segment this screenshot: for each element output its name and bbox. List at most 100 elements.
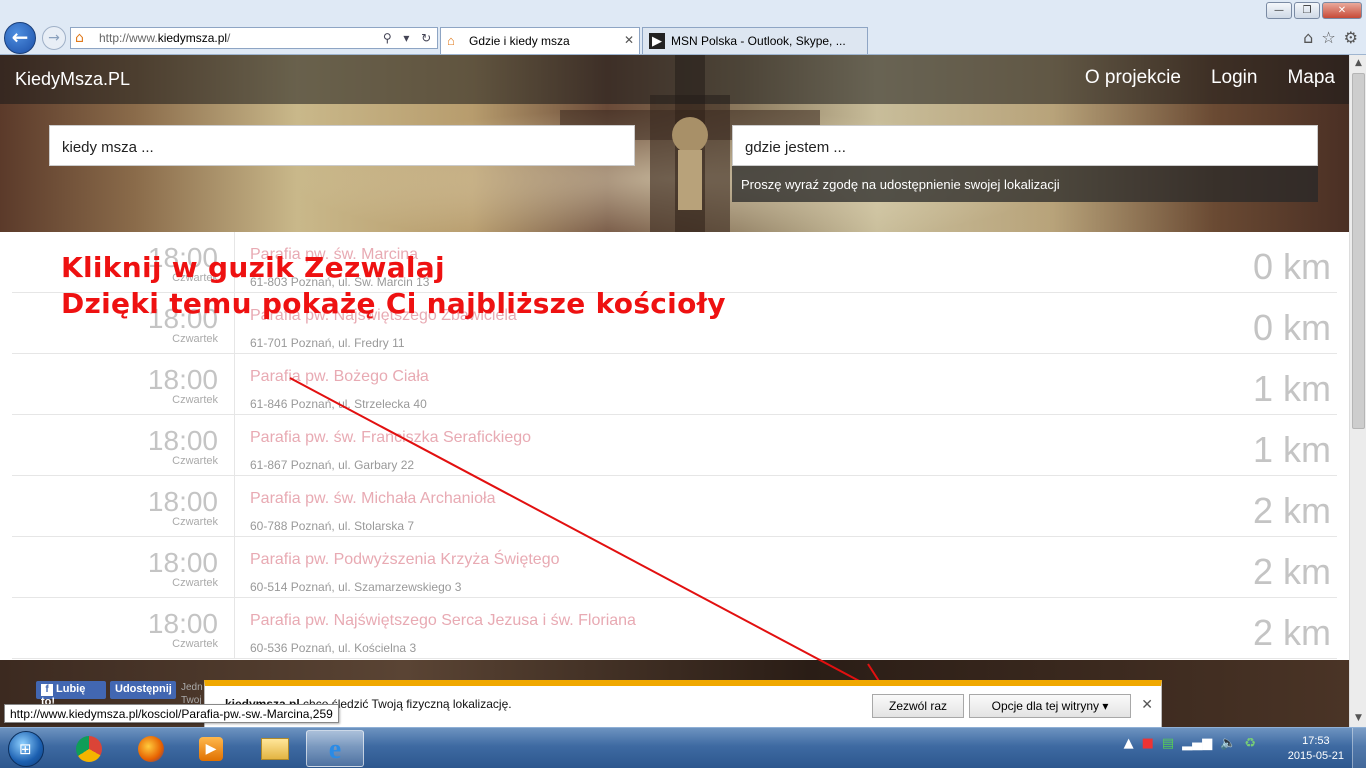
app-tray-icon[interactable]: ▤ [1162, 736, 1174, 751]
windows-logo-icon: ⊞ [8, 731, 44, 767]
home-icon[interactable]: ⌂ [1303, 28, 1313, 47]
close-icon[interactable]: ✕ [1141, 697, 1153, 713]
mass-day: Czwartek [172, 516, 218, 528]
facebook-like-button[interactable]: f Lubię to! [36, 681, 106, 708]
distance: 2 km [1252, 612, 1331, 653]
close-tab-icon[interactable]: ✕ [624, 33, 634, 47]
scroll-thumb[interactable] [1352, 73, 1365, 429]
show-desktop-button[interactable] [1352, 728, 1366, 768]
address-url[interactable]: http://www.kiedymsza.pl/ [99, 31, 377, 45]
list-item[interactable]: 18:00 Czwartek Parafia pw. Bożego Ciała … [12, 354, 1337, 415]
instruction-annotation: Kliknij w guzik Zezwalaj Dzięki temu pok… [61, 250, 726, 322]
start-button[interactable]: ⊞ [2, 729, 52, 768]
tab-msn[interactable]: ▶ MSN Polska - Outlook, Skype, ... [642, 27, 868, 54]
nav-login-link[interactable]: Login [1211, 67, 1258, 89]
brand-logo[interactable]: KiedyMsza.PL [15, 69, 130, 90]
top-navigation: KiedyMsza.PL O projekcie Login Mapa [0, 55, 1349, 104]
firefox-taskbar-icon[interactable] [122, 730, 180, 767]
church-link[interactable]: Parafia pw. św. Franciszka Serafickiego [250, 429, 531, 447]
church-address: 61-867 Poznań, ul. Garbary 22 [250, 458, 415, 472]
nav-links: O projekcie Login Mapa [1085, 67, 1335, 89]
church-address: 61-846 Poznań, ul. Strzelecka 40 [250, 397, 427, 411]
distance: 2 km [1252, 551, 1331, 592]
tab-kiedymsza[interactable]: ⌂ Gdzie i kiedy msza ✕ [440, 27, 640, 54]
file-explorer-taskbar-icon[interactable] [246, 730, 304, 767]
divider [234, 354, 235, 415]
site-options-label: Opcje dla tej witryny [991, 699, 1099, 713]
network-signal-icon[interactable]: ▂▄▆ [1182, 736, 1212, 751]
back-button[interactable]: ← [4, 22, 36, 54]
church-address: 60-788 Poznań, ul. Stolarska 7 [250, 519, 415, 533]
internet-explorer-taskbar-icon[interactable]: e [306, 730, 364, 767]
dropdown-icon[interactable]: ▾ [403, 31, 409, 45]
address-bar[interactable]: ⌂ http://www.kiedymsza.pl/ ⚲ ▾ ↻ [70, 27, 438, 49]
media-player-taskbar-icon[interactable]: ▶ [182, 730, 240, 767]
geolocation-notification-bar: kiedymsza.pl chce śledzić Twoją fizyczną… [204, 680, 1162, 727]
sync-icon[interactable]: ♻ [1244, 736, 1256, 751]
church-link[interactable]: Parafia pw. św. Michała Archanioła [250, 490, 495, 508]
nav-about-link[interactable]: O projekcie [1085, 67, 1181, 89]
facebook-icon: f [41, 684, 53, 696]
favorites-star-icon[interactable]: ☆ [1321, 28, 1335, 47]
volume-icon[interactable]: 🔈 [1220, 736, 1236, 751]
mass-time: 18:00 [147, 425, 218, 456]
list-item[interactable]: 18:00 Czwartek Parafia pw. Najświętszego… [12, 598, 1337, 659]
church-address: 60-536 Poznań, ul. Kościelna 3 [250, 641, 417, 655]
windows-taskbar: ⊞ ▶ e ▲ ■ ▤ ▂▄▆ 🔈 ♻ 17:53 2015-05-21 [0, 727, 1366, 768]
tab-label: Gdzie i kiedy msza [469, 34, 570, 48]
mass-time: 18:00 [147, 486, 218, 517]
divider [234, 415, 235, 476]
mass-time: 18:00 [147, 608, 218, 639]
security-icon[interactable]: ■ [1142, 736, 1154, 751]
msn-icon: ▶ [649, 33, 665, 49]
church-address: 61-701 Poznań, ul. Fredry 11 [250, 336, 405, 350]
clock-date: 2015-05-21 [1287, 750, 1344, 762]
mass-day: Czwartek [172, 394, 218, 406]
tray-expand-icon[interactable]: ▲ [1124, 736, 1134, 751]
chevron-down-icon: ▾ [1102, 699, 1109, 713]
search-when-input[interactable]: kiedy msza ... [49, 125, 635, 166]
footer-small-line: Jedn [181, 682, 203, 693]
list-item[interactable]: 18:00 Czwartek Parafia pw. św. Franciszk… [12, 415, 1337, 476]
annotation-line: Dzięki temu pokażę Ci najbliższe kościoł… [61, 287, 726, 320]
restore-button[interactable]: ❐ [1294, 2, 1320, 19]
scroll-down-arrow-icon[interactable]: ▼ [1350, 710, 1366, 727]
status-bar-url: http://www.kiedymsza.pl/kosciol/Parafia-… [4, 704, 339, 723]
browser-right-icons: ⌂ ☆ ⚙ [1303, 28, 1358, 47]
facebook-share-button[interactable]: Udostępnij [110, 681, 176, 699]
gear-icon[interactable]: ⚙ [1344, 28, 1358, 47]
vertical-scrollbar[interactable]: ▲ ▼ [1349, 55, 1366, 727]
church-link[interactable]: Parafia pw. Bożego Ciała [250, 368, 429, 386]
scroll-up-arrow-icon[interactable]: ▲ [1350, 55, 1366, 72]
search-icon[interactable]: ⚲ [383, 31, 392, 45]
minimize-button[interactable]: — [1266, 2, 1292, 19]
refresh-icon[interactable]: ↻ [421, 31, 431, 45]
browser-chrome: — ❐ ✕ ← → ⌂ http://www.kiedymsza.pl/ ⚲ ▾… [0, 0, 1366, 55]
allow-once-button[interactable]: Zezwól raz [872, 694, 964, 718]
home-tab-icon: ⌂ [447, 33, 455, 48]
list-item[interactable]: 18:00 Czwartek Parafia pw. Podwyższenia … [12, 537, 1337, 598]
distance: 0 km [1252, 246, 1331, 287]
distance: 1 km [1252, 429, 1331, 470]
distance: 1 km [1252, 368, 1331, 409]
search-where-input[interactable]: gdzie jestem ... [732, 125, 1318, 166]
list-item[interactable]: 18:00 Czwartek Parafia pw. św. Michała A… [12, 476, 1337, 537]
site-favicon-icon: ⌂ [75, 30, 84, 46]
close-window-button[interactable]: ✕ [1322, 2, 1362, 19]
nav-map-link[interactable]: Mapa [1287, 67, 1335, 89]
church-address: 60-514 Poznań, ul. Szamarzewskiego 3 [250, 580, 462, 594]
divider [234, 476, 235, 537]
tab-label: MSN Polska - Outlook, Skype, ... [671, 34, 846, 48]
taskbar-clock[interactable]: 17:53 2015-05-21 [1288, 734, 1344, 764]
forward-button[interactable]: → [42, 26, 66, 50]
mass-time: 18:00 [147, 547, 218, 578]
church-link[interactable]: Parafia pw. Podwyższenia Krzyża Świętego [250, 551, 559, 569]
geolocation-hint: Proszę wyraź zgodę na udostępnienie swoj… [732, 166, 1318, 202]
chrome-taskbar-icon[interactable] [60, 730, 118, 767]
web-page: KiedyMsza.PL O projekcie Login Mapa kied… [0, 55, 1349, 727]
distance: 0 km [1252, 307, 1331, 348]
church-link[interactable]: Parafia pw. Najświętszego Serca Jezusa i… [250, 612, 636, 630]
mass-time: 18:00 [147, 364, 218, 395]
divider [234, 598, 235, 659]
site-options-button[interactable]: Opcje dla tej witryny ▾ [969, 694, 1131, 718]
